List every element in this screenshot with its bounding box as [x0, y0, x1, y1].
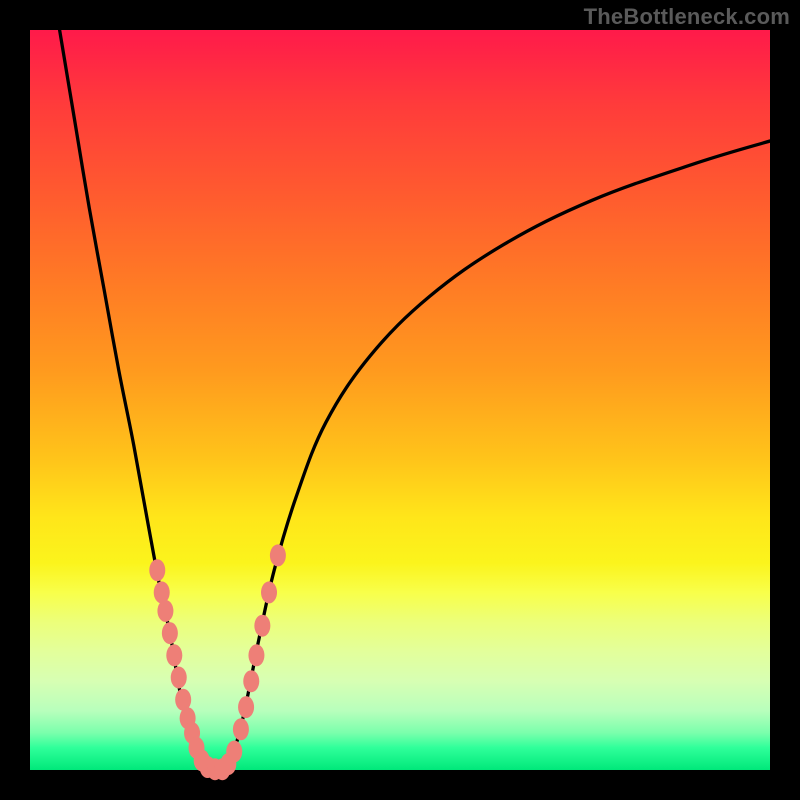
curves-svg	[30, 30, 770, 770]
chart-frame: TheBottleneck.com	[0, 0, 800, 800]
highlight-dot	[162, 622, 178, 644]
highlight-dot	[171, 667, 187, 689]
highlight-dot	[157, 600, 173, 622]
highlight-dot	[166, 644, 182, 666]
right-curve	[222, 141, 770, 770]
highlight-dots-left	[149, 559, 223, 780]
left-curve	[60, 30, 208, 770]
highlight-dot	[226, 741, 242, 763]
highlight-dot	[248, 644, 264, 666]
highlight-dot	[233, 718, 249, 740]
highlight-dots-right	[214, 544, 286, 780]
plot-area	[30, 30, 770, 770]
highlight-dot	[254, 615, 270, 637]
watermark-text: TheBottleneck.com	[584, 4, 790, 30]
highlight-dot	[154, 581, 170, 603]
highlight-dot	[270, 544, 286, 566]
highlight-dot	[149, 559, 165, 581]
highlight-dot	[261, 581, 277, 603]
highlight-dot	[243, 670, 259, 692]
highlight-dot	[238, 696, 254, 718]
